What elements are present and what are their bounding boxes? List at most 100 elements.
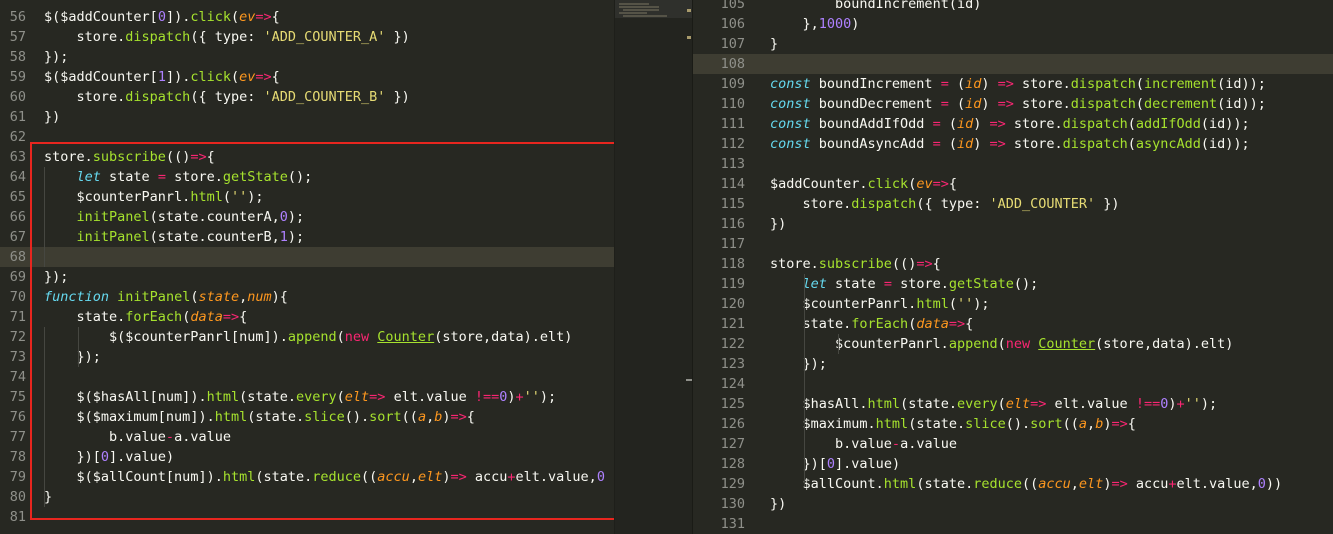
code-line[interactable]: 73 });	[0, 347, 614, 367]
code-text: function initPanel(state,num){	[44, 287, 288, 307]
code-line[interactable]: 123 });	[693, 354, 1333, 374]
code-line[interactable]: 114 $addCounter.click(ev=>{	[693, 174, 1333, 194]
code-token: =	[940, 96, 949, 112]
code-line[interactable]: 107}	[693, 34, 1333, 54]
code-token: boundIncrement	[810, 76, 941, 92]
line-number: 122	[720, 336, 745, 352]
code-line[interactable]: 79 $($allCount[num]).html(state.reduce((…	[0, 467, 614, 487]
code-token: data	[190, 309, 223, 325]
code-token: (state.	[247, 409, 305, 425]
code-line[interactable]: 131	[693, 514, 1333, 534]
code-line[interactable]: 58});	[0, 47, 614, 67]
code-line[interactable]: 125 $hasAll.html(state.every(elt=> elt.v…	[693, 394, 1333, 414]
code-line[interactable]: 76 $($maximum[num]).html(state.slice().s…	[0, 407, 614, 427]
code-text: })	[770, 494, 786, 514]
right-editor-pane[interactable]: 105 boundIncrement(id) 106 },1000) 107} 108…	[692, 0, 1333, 534]
code-text: $counterPanrl.html('');	[44, 187, 264, 207]
code-text: $hasAll.html(state.every(elt=> elt.value…	[770, 394, 1218, 414]
code-line[interactable]: 112 const boundAsyncAdd = (id) => store.d…	[693, 134, 1333, 154]
line-number: 111	[720, 116, 745, 132]
code-line[interactable]: 67 initPanel(state.counterB,1);	[0, 227, 614, 247]
code-line[interactable]: 62	[0, 127, 614, 147]
minimap[interactable]	[614, 0, 693, 534]
code-line[interactable]: 75 $($hasAll[num]).html(state.every(elt=…	[0, 387, 614, 407]
line-number: 76	[9, 409, 26, 425]
code-line[interactable]: 66 initPanel(state.counterA,0);	[0, 207, 614, 227]
code-line[interactable]: 72 $($counterPanrl[num]).append(new Coun…	[0, 327, 614, 347]
code-line[interactable]: 69});	[0, 267, 614, 287]
code-line[interactable]: 57 store.dispatch({ type: 'ADD_COUNTER_A…	[0, 27, 614, 47]
code-line[interactable]: 106 },1000)	[693, 14, 1333, 34]
code-line[interactable]: 77 b.value-a.value	[0, 427, 614, 447]
left-code-area[interactable]: 56 $($addCounter[0]).click(ev=>{57 store.…	[0, 7, 614, 527]
minimap-line	[619, 12, 647, 14]
code-line[interactable]: 127 b.value-a.value	[693, 434, 1333, 454]
code-token: store.	[891, 276, 949, 292]
code-line[interactable]: 124	[693, 374, 1333, 394]
code-line[interactable]: 64 let state = store.getState();	[0, 167, 614, 187]
code-token: store.	[44, 89, 126, 105]
code-token: ){	[271, 289, 288, 305]
code-line[interactable]: 60 store.dispatch({ type: 'ADD_COUNTER_B…	[0, 87, 614, 107]
code-line[interactable]: 105 boundIncrement(id)	[693, 0, 1333, 14]
code-token: =>	[190, 149, 207, 165]
code-line[interactable]: 74	[0, 367, 614, 387]
code-token: (	[940, 136, 957, 152]
code-token: 0	[596, 469, 605, 485]
code-token: elt	[1005, 396, 1031, 412]
code-line[interactable]: 68	[0, 247, 614, 267]
code-line[interactable]: 130})	[693, 494, 1333, 514]
code-line[interactable]: 118 store.subscribe(()=>{	[693, 254, 1333, 274]
line-number: 117	[720, 236, 745, 252]
left-editor-pane[interactable]: 56 $($addCounter[0]).click(ev=>{57 store.…	[0, 0, 614, 534]
code-line[interactable]: 78 })[0].value)	[0, 447, 614, 467]
code-token: $(	[44, 409, 93, 425]
code-line[interactable]: 113	[693, 154, 1333, 174]
code-token: )	[973, 116, 990, 132]
code-token: $hasAll[num]).	[92, 389, 207, 405]
code-token: Counter	[377, 329, 435, 345]
code-line[interactable]: 70 function initPanel(state,num){	[0, 287, 614, 307]
line-number: 124	[720, 376, 745, 392]
code-token: append	[287, 329, 337, 345]
code-line[interactable]: 121 state.forEach(data=>{	[693, 314, 1333, 334]
code-line[interactable]: 56 $($addCounter[0]).click(ev=>{	[0, 7, 614, 27]
code-text: $counterPanrl.html('');	[770, 294, 990, 314]
line-number: 74	[9, 369, 26, 385]
code-line[interactable]: 61})	[0, 107, 614, 127]
code-line[interactable]: 63 store.subscribe(()=>{	[0, 147, 614, 167]
code-token: =>	[222, 309, 240, 325]
code-line[interactable]: 117	[693, 234, 1333, 254]
code-line[interactable]: 115 store.dispatch({ type: 'ADD_COUNTER'…	[693, 194, 1333, 214]
code-line[interactable]: 110 const boundDecrement = (id) => store.…	[693, 94, 1333, 114]
code-token: html	[867, 396, 901, 412]
indent-guide	[838, 334, 839, 354]
right-code-area[interactable]: 105 boundIncrement(id) 106 },1000) 107} 108…	[693, 0, 1333, 534]
code-token: )	[507, 389, 516, 405]
line-number: 69	[9, 269, 26, 285]
code-line[interactable]: 80}	[0, 487, 614, 507]
code-line[interactable]: 71 state.forEach(data=>{	[0, 307, 614, 327]
code-line[interactable]: 120 $counterPanrl.html('');	[693, 294, 1333, 314]
code-line[interactable]: 111 const boundAddIfOdd = (id) => store.d…	[693, 114, 1333, 134]
code-text: const boundIncrement = (id) => store.dis…	[770, 74, 1266, 94]
code-line[interactable]: 81	[0, 507, 614, 527]
code-line[interactable]: 108	[693, 54, 1333, 74]
code-line[interactable]: 59 $($addCounter[1]).click(ev=>{	[0, 67, 614, 87]
code-token: (	[230, 9, 240, 25]
code-line[interactable]: 122 $counterPanrl.append(new Counter(sto…	[693, 334, 1333, 354]
code-token: })	[385, 89, 410, 105]
code-line[interactable]: 128 })[0].value)	[693, 454, 1333, 474]
code-line[interactable]: 119 let state = store.getState();	[693, 274, 1333, 294]
code-line[interactable]: 129 $allCount.html(state.reduce((accu,el…	[693, 474, 1333, 494]
code-line[interactable]: 116})	[693, 214, 1333, 234]
code-line[interactable]: 109 const boundIncrement = (id) => store.…	[693, 74, 1333, 94]
code-token: new	[344, 329, 370, 345]
code-line[interactable]: 65 $counterPanrl.html('');	[0, 187, 614, 207]
code-line[interactable]: 126 $maximum.html(state.slice().sort((a,…	[693, 414, 1333, 434]
code-token: =	[932, 136, 941, 152]
code-text: },1000)	[770, 14, 860, 34]
code-token: 0	[279, 209, 288, 225]
code-token: $addCounter[	[60, 69, 158, 85]
code-token: elt.value	[1046, 396, 1136, 412]
